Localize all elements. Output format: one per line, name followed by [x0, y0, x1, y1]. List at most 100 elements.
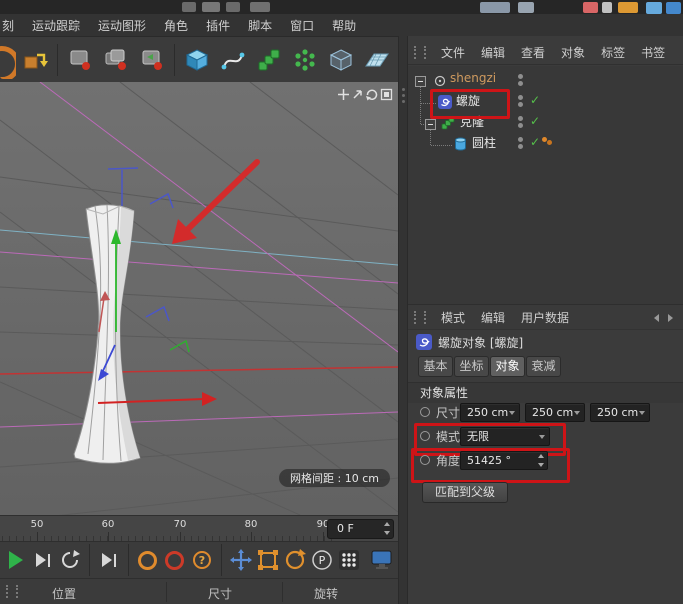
record-keyframe-icon[interactable] [63, 41, 97, 79]
om-menu-file[interactable]: 文件 [433, 44, 473, 61]
frame-spinner[interactable] [382, 522, 391, 535]
record-move-icon[interactable] [230, 547, 252, 573]
loop-button[interactable] [59, 547, 81, 573]
mode-label: 模式 [436, 428, 460, 445]
timeline-ruler[interactable]: 50 60 70 80 90 0 F [0, 515, 398, 542]
goto-end-button[interactable] [98, 547, 120, 573]
angle-field[interactable]: 51425 ° [460, 451, 548, 470]
play-forward-button[interactable] [32, 547, 54, 573]
tab-object[interactable]: 对象 [490, 356, 525, 377]
record-position-button[interactable] [137, 547, 159, 573]
am-menu-mode[interactable]: 模式 [433, 309, 473, 326]
pan-view-icon[interactable] [336, 87, 350, 101]
cropped-icon [480, 2, 510, 13]
size-z-value: 250 cm [597, 406, 638, 419]
attribute-manager-menubar: 模式 编辑 用户数据 [408, 304, 683, 330]
menu-item-sculpt[interactable]: 刻 [0, 17, 23, 34]
viewport-canvas[interactable] [0, 82, 398, 515]
enabled-check-icon[interactable]: ✓ [530, 135, 540, 149]
om-menu-edit[interactable]: 编辑 [473, 44, 513, 61]
menu-item-help[interactable]: 帮助 [323, 17, 365, 34]
tab-falloff[interactable]: 衰减 [526, 356, 561, 377]
tree-item-cloner[interactable]: 克隆 [460, 113, 484, 130]
grip-icon[interactable] [414, 311, 426, 324]
cropped-undo-icon[interactable] [0, 41, 16, 79]
keyframe-selection-icon[interactable] [135, 41, 169, 79]
render-settings-icon[interactable] [370, 547, 394, 573]
size-z-field[interactable]: 250 cm [590, 403, 650, 422]
record-scale-icon[interactable] [257, 547, 279, 573]
cube-primitive-icon[interactable] [180, 41, 214, 79]
grid-spacing-label: 网格间距 : 10 cm [279, 469, 390, 487]
viewport[interactable]: 网格间距 : 10 cm [0, 82, 398, 515]
grip-icon[interactable] [6, 585, 18, 598]
om-menu-objects[interactable]: 对象 [553, 44, 593, 61]
rotate-view-icon[interactable] [364, 87, 378, 101]
keyframe-circle-icon[interactable] [420, 455, 430, 465]
keyframe-circle-icon[interactable] [420, 407, 430, 417]
radial-array-icon[interactable] [288, 41, 322, 79]
record-parameter-button[interactable]: P [311, 547, 333, 573]
am-menu-edit[interactable]: 编辑 [473, 309, 513, 326]
current-frame-field[interactable]: 0 F [327, 519, 394, 539]
keyframe-presets-icon[interactable] [338, 547, 360, 573]
menu-item-window[interactable]: 窗口 [281, 17, 323, 34]
keyframe-circle-icon[interactable] [420, 431, 430, 441]
visibility-dots-icon[interactable] [518, 95, 523, 100]
autokey-icon[interactable] [99, 41, 133, 79]
tree-connector [421, 103, 436, 104]
spline-pen-icon[interactable] [216, 41, 250, 79]
size-x-field[interactable]: 250 cm [460, 403, 520, 422]
workplane-icon[interactable] [18, 41, 52, 79]
cloner-object-icon [441, 116, 455, 133]
visibility-dots-icon[interactable] [518, 137, 523, 142]
size-x-value: 250 cm [467, 406, 508, 419]
grip-icon[interactable] [414, 46, 426, 59]
om-menu-view[interactable]: 查看 [513, 44, 553, 61]
size-y-field[interactable]: 250 cm [525, 403, 585, 422]
zoom-view-icon[interactable] [350, 87, 364, 101]
menu-item-script[interactable]: 脚本 [239, 17, 281, 34]
panel-splitter[interactable] [398, 36, 408, 604]
menu-item-plugins[interactable]: 插件 [197, 17, 239, 34]
tree-item-twist[interactable]: 螺旋 [456, 92, 480, 109]
om-menu-tags[interactable]: 标签 [593, 44, 633, 61]
tab-coordinates[interactable]: 坐标 [454, 356, 489, 377]
expand-toggle[interactable] [415, 76, 426, 87]
menu-item-motion-tracker[interactable]: 运动跟踪 [23, 17, 89, 34]
toggle-view-icon[interactable] [379, 87, 393, 101]
cropped-icon [602, 2, 612, 13]
cropped-icon [518, 2, 534, 13]
angle-spinner[interactable] [536, 454, 545, 467]
menu-item-mograph[interactable]: 运动图形 [89, 17, 155, 34]
mode-dropdown[interactable]: 无限 [460, 427, 550, 446]
visibility-dots-icon[interactable] [518, 74, 523, 79]
enabled-check-icon[interactable]: ✓ [530, 93, 540, 107]
history-forward-icon[interactable] [668, 314, 673, 322]
object-tree: shengzi 螺旋 ✓ 克隆 ✓ 圆柱 ✓ [408, 66, 683, 304]
tree-item-cylinder[interactable]: 圆柱 [472, 134, 496, 151]
tab-basic[interactable]: 基本 [418, 356, 453, 377]
cropped-icon [202, 2, 220, 12]
play-button[interactable] [5, 547, 27, 573]
om-menu-bookmarks[interactable]: 书签 [633, 44, 673, 61]
twist-deformer-icon [438, 95, 452, 112]
menu-item-character[interactable]: 角色 [155, 17, 197, 34]
visibility-dots-icon[interactable] [518, 116, 523, 121]
history-back-icon[interactable] [654, 314, 659, 322]
help-button[interactable]: ? [191, 547, 213, 573]
am-menu-userdata[interactable]: 用户数据 [513, 309, 577, 326]
plane-grid-icon[interactable] [360, 41, 394, 79]
fit-to-parent-button[interactable]: 匹配到父级 [422, 482, 508, 503]
cloner-icon[interactable] [252, 41, 286, 79]
transport-divider [128, 544, 129, 576]
position-column-label: 位置 [52, 585, 76, 602]
record-keyframes-button[interactable] [164, 547, 186, 573]
expand-toggle[interactable] [425, 119, 436, 130]
enabled-check-icon[interactable]: ✓ [530, 114, 540, 128]
tree-item-shengzi[interactable]: shengzi [450, 71, 496, 85]
instance-cube-icon[interactable] [324, 41, 358, 79]
record-rotate-icon[interactable] [284, 547, 306, 573]
cropped-top-icons [0, 0, 683, 14]
tag-dots-icon[interactable] [542, 137, 547, 142]
